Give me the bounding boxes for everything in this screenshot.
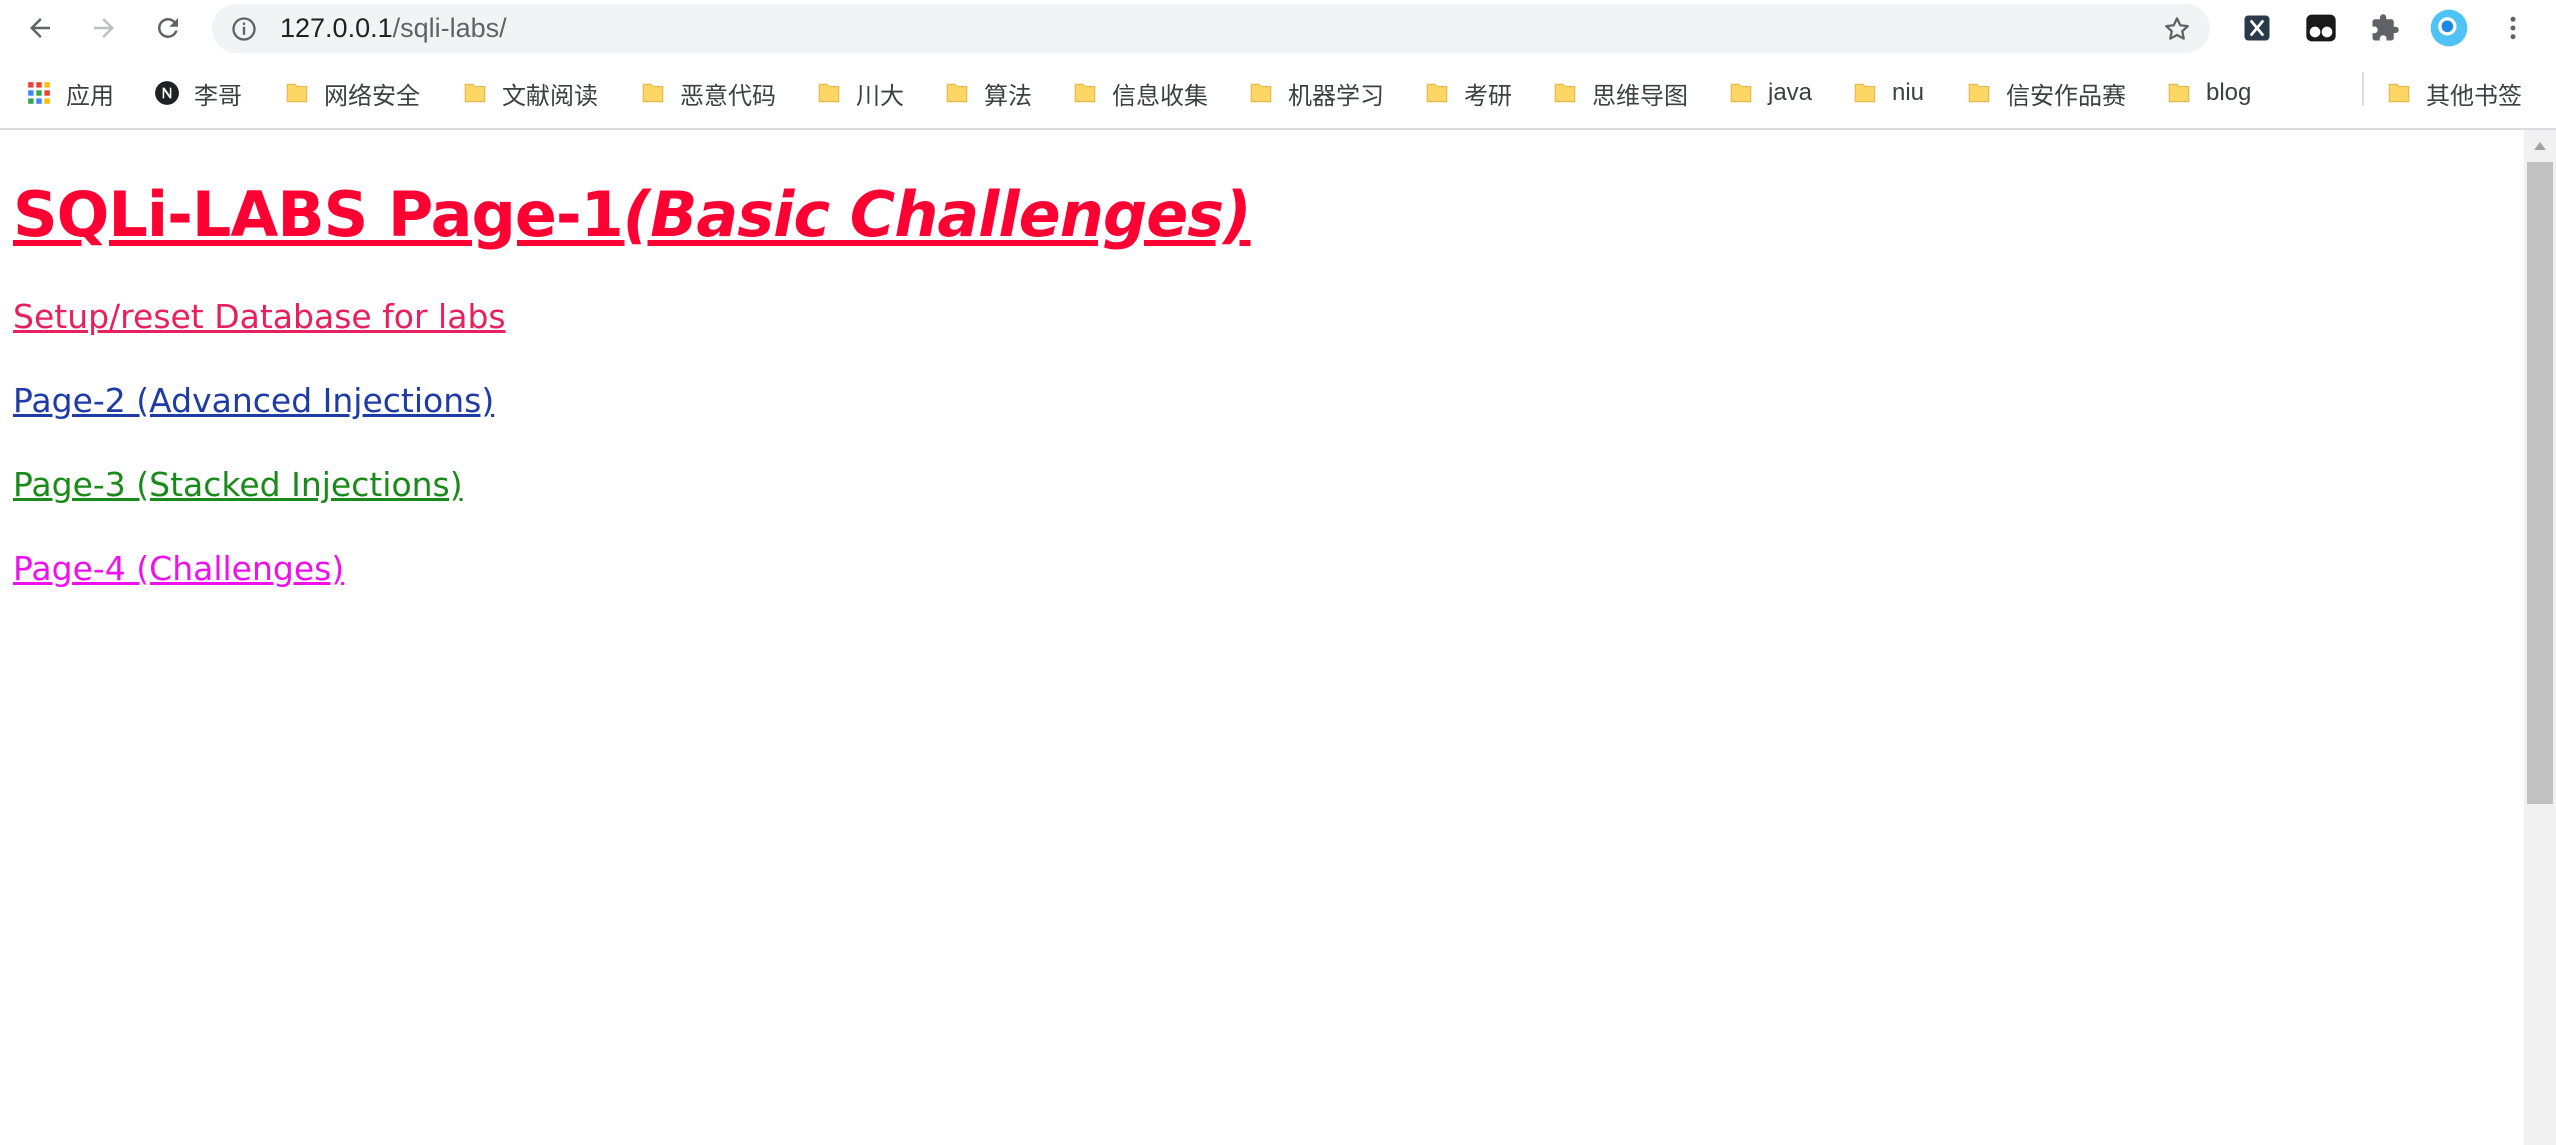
scroll-up-button[interactable] xyxy=(2524,130,2556,162)
page-content: SQLi-LABS Page-1(Basic Challenges) Setup… xyxy=(0,130,2524,1145)
bookmark-folder[interactable]: 考研 xyxy=(1424,69,1512,117)
tampermonkey-button[interactable] xyxy=(2301,8,2341,48)
bookmark-folder[interactable]: java xyxy=(1728,69,1812,117)
setup-reset-database-link[interactable]: Setup/reset Database for labs xyxy=(13,297,506,336)
folder-icon xyxy=(1730,83,1752,103)
bookmark-folder[interactable]: 川大 xyxy=(816,69,904,117)
browser-toolbar: 127.0.0.1/sqli-labs/ xyxy=(0,0,2556,57)
bookmark-label: 思维导图 xyxy=(1592,82,1688,110)
bookmark-label: 川大 xyxy=(856,82,904,110)
profile-avatar-icon xyxy=(2430,9,2468,47)
bookmark-folder[interactable]: 网络安全 xyxy=(284,69,420,117)
bookmark-folder[interactable]: niu xyxy=(1852,69,1924,117)
folder-icon xyxy=(2168,83,2190,103)
profile-button[interactable] xyxy=(2429,8,2469,48)
address-bar[interactable]: 127.0.0.1/sqli-labs/ xyxy=(212,4,2210,53)
page-3-link[interactable]: Page-3 (Stacked Injections) xyxy=(13,465,463,504)
bookmark-folder[interactable]: 恶意代码 xyxy=(640,69,776,117)
url-text[interactable]: 127.0.0.1/sqli-labs/ xyxy=(280,4,507,53)
folder-icon xyxy=(818,83,840,103)
bookmark-lige[interactable]: 李哥 xyxy=(154,69,242,117)
bookmark-label: niu xyxy=(1892,79,1925,106)
back-arrow-icon xyxy=(30,18,50,38)
reload-icon xyxy=(157,17,178,38)
folder-icon xyxy=(1426,83,1448,103)
bookmark-label: 文献阅读 xyxy=(502,82,598,110)
folder-icon xyxy=(1968,83,1990,103)
notion-logo-icon xyxy=(155,81,179,105)
puzzle-icon xyxy=(2372,14,2399,41)
bookmark-label: 机器学习 xyxy=(1288,82,1384,110)
scroll-up-arrow-icon xyxy=(2534,142,2546,150)
bookmark-folder[interactable]: 机器学习 xyxy=(1248,69,1384,117)
page-2-link[interactable]: Page-2 (Advanced Injections) xyxy=(13,381,494,420)
bookmark-other[interactable]: 其他书签 xyxy=(2386,69,2522,117)
bookmark-apps[interactable]: 应用 xyxy=(26,69,114,117)
bookmark-folder[interactable]: blog xyxy=(2166,69,2251,117)
folder-icon xyxy=(1554,83,1576,103)
bookmark-folder[interactable]: 信安作品赛 xyxy=(1966,69,2126,117)
forward-button[interactable] xyxy=(82,6,126,50)
scrollbar-thumb[interactable] xyxy=(2527,162,2553,804)
bookmarks-divider xyxy=(2362,72,2364,106)
forward-arrow-icon xyxy=(94,18,114,38)
kebab-menu-icon xyxy=(2510,16,2516,40)
apps-grid-icon xyxy=(28,82,50,104)
bookmark-label: java xyxy=(1768,79,1813,106)
folder-icon xyxy=(1074,83,1096,103)
folder-icon xyxy=(642,83,664,103)
bookmarks-bar: 应用 李哥 网络安全 文献阅读 恶意代码 川大 算法 信息收集 机器学习 考研 xyxy=(0,69,2556,117)
url-host: 127.0.0.1 xyxy=(280,13,393,43)
reload-button[interactable] xyxy=(146,6,190,50)
bookmark-label: 应用 xyxy=(66,82,114,110)
folder-icon xyxy=(286,83,308,103)
folder-icon xyxy=(1854,83,1876,103)
x-extension-button[interactable] xyxy=(2237,8,2277,48)
folder-icon xyxy=(2388,83,2410,103)
tampermonkey-icon xyxy=(2306,14,2336,42)
info-icon[interactable] xyxy=(230,15,258,43)
bookmark-label: 网络安全 xyxy=(324,82,420,110)
folder-icon xyxy=(1250,83,1272,103)
bookmark-folder[interactable]: 算法 xyxy=(944,69,1032,117)
bookmark-label: 恶意代码 xyxy=(680,82,776,110)
bookmark-label: 考研 xyxy=(1464,82,1512,110)
page-4-link[interactable]: Page-4 (Challenges) xyxy=(13,549,344,588)
bookmark-folder[interactable]: 信息收集 xyxy=(1072,69,1208,117)
page-title-link[interactable]: SQLi-LABS Page-1(Basic Challenges) xyxy=(13,178,1252,251)
bookmark-label: 信安作品赛 xyxy=(2006,82,2126,110)
title-main: SQLi-LABS Page-1 xyxy=(13,178,624,251)
bookmark-label: blog xyxy=(2206,79,2252,106)
x-extension-icon xyxy=(2244,15,2270,41)
bookmark-label: 信息收集 xyxy=(1112,82,1208,110)
folder-icon xyxy=(464,83,486,103)
back-button[interactable] xyxy=(18,6,62,50)
title-sub: (Basic Challenges) xyxy=(622,178,1252,251)
star-icon[interactable] xyxy=(2162,14,2192,44)
url-path: /sqli-labs/ xyxy=(392,13,507,43)
chrome-menu-button[interactable] xyxy=(2493,8,2533,48)
bookmark-label: 算法 xyxy=(984,82,1032,110)
vertical-scrollbar[interactable] xyxy=(2524,130,2556,1145)
bookmark-label: 李哥 xyxy=(194,82,242,110)
bookmark-folder[interactable]: 思维导图 xyxy=(1552,69,1688,117)
extensions-button[interactable] xyxy=(2365,8,2405,48)
folder-icon xyxy=(946,83,968,103)
bookmark-folder[interactable]: 文献阅读 xyxy=(462,69,598,117)
bookmark-label: 其他书签 xyxy=(2426,82,2522,110)
